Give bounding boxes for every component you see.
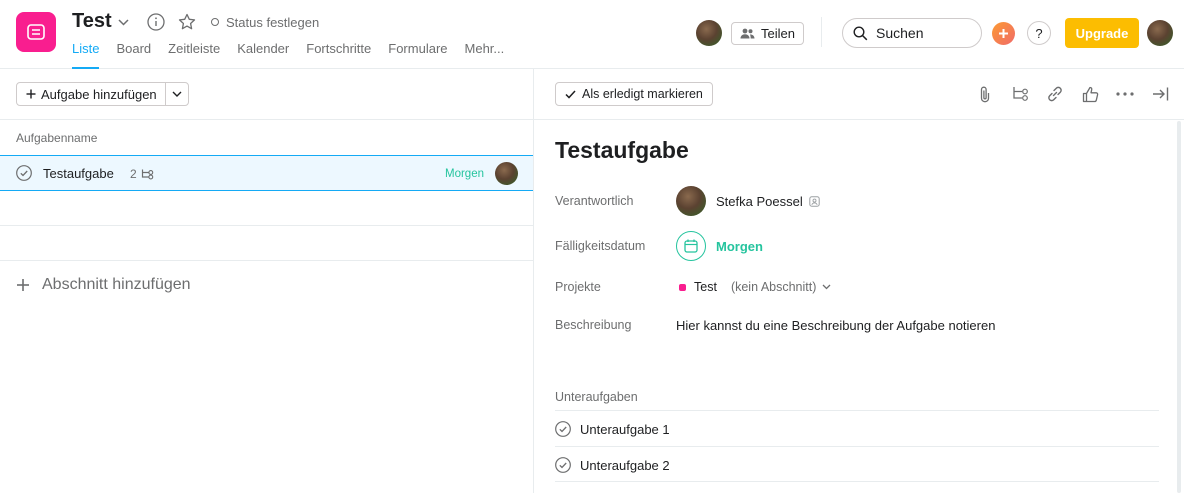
project-color-dot — [679, 283, 686, 291]
divider — [555, 446, 1159, 447]
divider — [821, 17, 822, 47]
task-assignee-avatar[interactable] — [495, 162, 518, 185]
subtasks-label: Unteraufgaben — [555, 390, 638, 404]
attachment-icon[interactable] — [975, 84, 995, 104]
due-date-field[interactable]: Morgen — [676, 231, 763, 261]
close-pane-icon[interactable] — [1150, 84, 1170, 104]
tab-progress[interactable]: Fortschritte — [306, 40, 371, 69]
detail-toolbar — [975, 84, 1184, 104]
complete-check-icon[interactable] — [16, 165, 32, 181]
check-icon — [565, 89, 576, 99]
search-icon — [853, 25, 868, 40]
tab-timeline[interactable]: Zeitleiste — [168, 40, 220, 69]
subtask-icon[interactable] — [1010, 84, 1030, 104]
chevron-down-icon[interactable] — [822, 284, 831, 290]
share-button[interactable]: Teilen — [731, 22, 804, 45]
project-title: Test — [72, 10, 112, 32]
upgrade-button[interactable]: Upgrade — [1065, 18, 1139, 48]
divider — [534, 119, 1184, 120]
subtask-count[interactable]: 2 — [130, 167, 154, 181]
tab-calendar[interactable]: Kalender — [237, 40, 289, 69]
info-icon[interactable] — [147, 13, 165, 31]
people-icon — [740, 28, 755, 39]
search-input[interactable]: Suchen — [842, 18, 982, 48]
project-tabs: Liste Board Zeitleiste Kalender Fortschr… — [72, 40, 521, 69]
subtask-row[interactable]: Unteraufgabe 1 — [555, 421, 670, 437]
status-dot-icon — [211, 18, 219, 26]
mark-complete-label: Als erledigt markieren — [582, 87, 703, 101]
title-tools: Status festlegen — [118, 11, 319, 33]
plus-icon — [26, 89, 36, 99]
add-section-button[interactable]: Abschnitt hinzufügen — [16, 276, 191, 294]
due-date-label: Fälligkeitsdatum — [555, 239, 646, 253]
due-date-value: Morgen — [716, 238, 763, 254]
add-task-label: Aufgabe hinzufügen — [41, 86, 157, 102]
divider — [0, 260, 533, 261]
plus-icon — [17, 279, 29, 291]
user-avatar[interactable] — [1147, 20, 1173, 46]
subtask-name[interactable]: Unteraufgabe 1 — [580, 422, 670, 437]
projects-field[interactable]: Test (kein Abschnitt) — [679, 280, 831, 294]
task-due-date[interactable]: Morgen — [445, 168, 484, 180]
subtask-count-value: 2 — [130, 167, 137, 181]
description-field[interactable]: Hier kannst du eine Beschreibung der Auf… — [676, 318, 995, 333]
subtask-name[interactable]: Unteraufgabe 2 — [580, 458, 670, 473]
description-label: Beschreibung — [555, 318, 632, 332]
calendar-icon — [676, 231, 706, 261]
search-placeholder: Suchen — [876, 25, 924, 41]
status-label: Status festlegen — [226, 14, 320, 30]
tab-list[interactable]: Liste — [72, 40, 100, 69]
member-avatar[interactable] — [696, 20, 722, 46]
help-button[interactable]: ? — [1027, 21, 1051, 45]
chevron-down-icon[interactable] — [118, 18, 129, 26]
task-list-pane: Aufgabe hinzufügen Aufgabenname Testaufg… — [0, 69, 533, 493]
assignee-label: Verantwortlich — [555, 194, 634, 208]
task-title[interactable]: Testaufgabe — [555, 137, 689, 164]
project-section[interactable]: (kein Abschnitt) — [731, 280, 816, 294]
like-icon[interactable] — [1080, 84, 1100, 104]
tab-board[interactable]: Board — [116, 40, 151, 69]
more-icon[interactable] — [1115, 84, 1135, 104]
divider — [555, 410, 1159, 411]
mark-complete-button[interactable]: Als erledigt markieren — [555, 82, 713, 106]
complete-check-icon[interactable] — [555, 457, 571, 473]
add-task-split-button: Aufgabe hinzufügen — [16, 82, 189, 106]
set-status-button[interactable]: Status festlegen — [211, 15, 319, 30]
complete-check-icon[interactable] — [555, 421, 571, 437]
tab-more[interactable]: Mehr... — [465, 40, 505, 69]
link-icon[interactable] — [1045, 84, 1065, 104]
column-header-task-name[interactable]: Aufgabenname — [16, 131, 97, 145]
divider — [0, 119, 533, 120]
divider — [555, 481, 1159, 482]
add-task-dropdown[interactable] — [166, 83, 188, 105]
assignee-name: Stefka Poessel — [716, 193, 803, 209]
chevron-down-icon — [172, 91, 182, 97]
plus-icon — [999, 29, 1008, 38]
project-list-icon[interactable] — [16, 12, 56, 52]
subtask-icon — [141, 169, 153, 179]
subtask-row[interactable]: Unteraufgabe 2 — [555, 457, 670, 473]
project-name[interactable]: Test — [694, 280, 717, 294]
assignee-avatar — [676, 186, 706, 216]
task-row[interactable]: Testaufgabe 2 Morgen — [0, 155, 533, 191]
detail-scrollbar[interactable] — [1177, 121, 1181, 493]
task-name[interactable]: Testaufgabe — [43, 166, 114, 181]
assignee-options-icon[interactable] — [809, 195, 820, 207]
assignee-field[interactable]: Stefka Poessel — [676, 186, 820, 216]
task-detail-pane: Als erledigt markieren Testaufgabe Veran… — [533, 69, 1184, 493]
quick-add-button[interactable] — [992, 22, 1015, 45]
share-label: Teilen — [761, 26, 795, 41]
top-bar: Test Status festlegen Liste Board Zeitle… — [0, 0, 1184, 69]
add-task-button[interactable]: Aufgabe hinzufügen — [17, 83, 166, 105]
divider — [0, 225, 533, 226]
projects-label: Projekte — [555, 280, 601, 294]
star-icon[interactable] — [178, 13, 196, 31]
add-section-label: Abschnitt hinzufügen — [42, 276, 191, 293]
tab-forms[interactable]: Formulare — [388, 40, 447, 69]
